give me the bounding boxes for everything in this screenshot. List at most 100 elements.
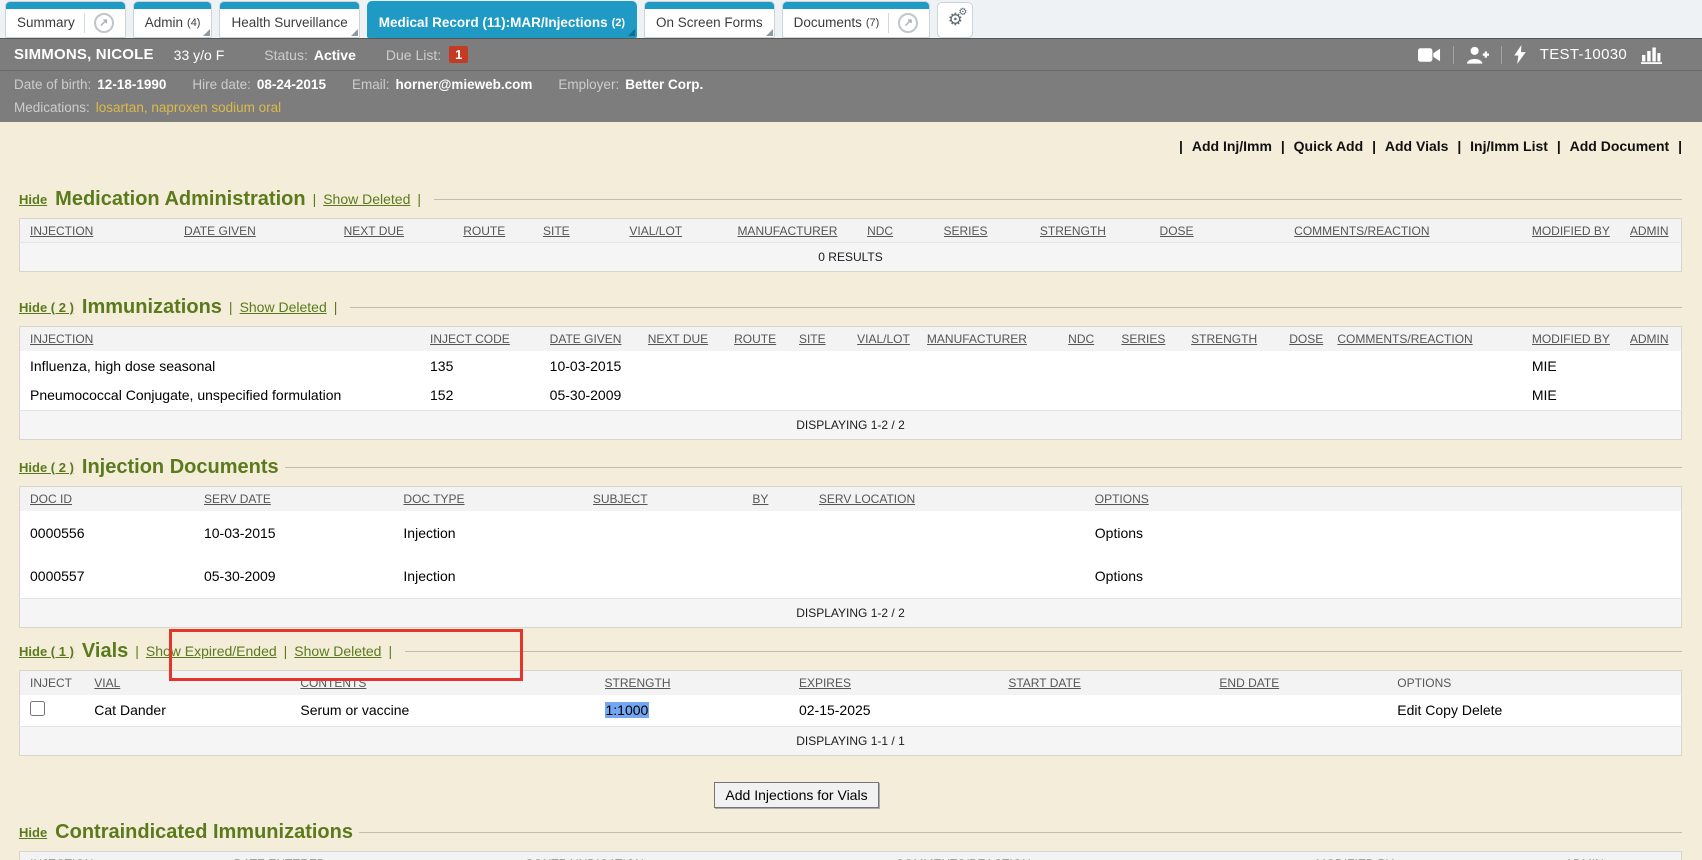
section-title: Vials (82, 640, 128, 663)
column-header[interactable]: INJECT CODE (430, 327, 550, 351)
immunizations-table: INJECTION INJECT CODE DATE GIVEN NEXT DU… (19, 326, 1682, 440)
column-header[interactable]: NDC (1068, 327, 1121, 351)
column-header[interactable]: ROUTE (734, 327, 799, 351)
column-header[interactable]: SERV LOCATION (819, 487, 1095, 511)
column-header[interactable]: DATE GIVEN (550, 327, 648, 351)
hide-link[interactable]: Hide (19, 192, 47, 207)
column-header[interactable]: CONTENTS (300, 671, 604, 695)
column-header[interactable]: COMMENTS/REACTION (1294, 219, 1532, 243)
column-header[interactable]: STRENGTH (1040, 219, 1160, 243)
column-header[interactable]: MANUFACTURER (737, 219, 867, 243)
icon-divider (1501, 46, 1502, 64)
column-header[interactable]: NEXT DUE (344, 219, 464, 243)
hide-link[interactable]: Hide (19, 825, 47, 840)
column-header[interactable]: CONTRAINDICATION (525, 852, 896, 860)
column-header[interactable]: INJECTION (20, 852, 234, 860)
column-header[interactable]: OPTIONS (1095, 487, 1682, 511)
show-expired-ended-link[interactable]: Show Expired/Ended (146, 643, 277, 659)
add-user-icon[interactable] (1466, 46, 1489, 64)
tab-medical-record[interactable]: Medical Record (11):MAR/Injections (2) (367, 1, 637, 38)
column-header[interactable]: COMMENTS/REACTION (895, 852, 1315, 860)
section-title: Immunizations (82, 296, 222, 319)
column-header[interactable]: NDC (867, 219, 943, 243)
column-header[interactable]: ADMIN (1630, 327, 1682, 351)
doc-id[interactable]: 0000556 (20, 511, 204, 555)
arrow-glyph: ↗ (904, 16, 913, 29)
column-header[interactable]: DOC TYPE (403, 487, 592, 511)
medication-link[interactable]: losartan (96, 100, 144, 115)
column-header[interactable]: DATE GIVEN (184, 219, 344, 243)
column-header[interactable]: DOC ID (20, 487, 204, 511)
column-header[interactable]: COMMENTS/REACTION (1337, 327, 1531, 351)
column-header[interactable]: VIAL/LOT (629, 219, 737, 243)
show-deleted-link[interactable]: Show Deleted (240, 299, 327, 315)
column-header[interactable]: SERIES (944, 219, 1040, 243)
column-header[interactable]: SUBJECT (593, 487, 753, 511)
column-header[interactable]: EXPIRES (799, 671, 1008, 695)
column-header[interactable]: STRENGTH (1191, 327, 1289, 351)
section-rule (350, 307, 1682, 308)
tab-admin[interactable]: Admin (4) (133, 1, 213, 38)
video-call-icon[interactable] (1418, 47, 1441, 63)
show-deleted-link[interactable]: Show Deleted (323, 191, 410, 207)
status-value: Active (314, 47, 356, 63)
column-header[interactable]: BY (752, 487, 818, 511)
column-header[interactable]: MANUFACTURER (927, 327, 1068, 351)
row-actions-edit-copy-delete[interactable]: Edit Copy Delete (1397, 702, 1502, 718)
hide-link[interactable]: Hide ( 2 ) (19, 300, 74, 315)
column-header[interactable]: MODIFIED BY (1532, 327, 1630, 351)
mar-injections-content: | Add Inj/Imm | Quick Add | Add Vials | … (0, 122, 1702, 860)
column-header[interactable]: DATE ENTERED (234, 852, 525, 860)
column-header[interactable]: NEXT DUE (648, 327, 734, 351)
paging-status: DISPLAYING 1-2 / 2 (20, 411, 1682, 440)
column-header[interactable]: ROUTE (463, 219, 543, 243)
add-inj-imm-link[interactable]: Add Inj/Imm (1192, 138, 1272, 154)
doc-id[interactable]: 0000557 (20, 555, 204, 599)
column-header[interactable]: VIAL (94, 671, 300, 695)
tab-documents[interactable]: Documents (7) ↗ (782, 1, 931, 38)
column-header[interactable]: START DATE (1008, 671, 1219, 695)
column-header[interactable]: STRENGTH (605, 671, 799, 695)
column-header[interactable]: SITE (799, 327, 857, 351)
column-header[interactable]: MODIFIED BY (1532, 219, 1630, 243)
show-deleted-link[interactable]: Show Deleted (294, 643, 381, 659)
dob-label: Date of birth: (14, 77, 91, 92)
column-header[interactable]: SERV DATE (204, 487, 403, 511)
column-header[interactable]: SITE (543, 219, 629, 243)
webchart-app: Summary ↗ Admin (4) Health Surveillance … (0, 0, 1702, 860)
hide-link[interactable]: Hide ( 1 ) (19, 644, 74, 659)
column-header[interactable]: ADMIN (1565, 852, 1681, 860)
settings-button[interactable]: ⚙ ⚙ (937, 2, 973, 38)
tab-health-surveillance[interactable]: Health Surveillance (219, 1, 359, 38)
inj-imm-list-link[interactable]: Inj/Imm List (1470, 138, 1548, 154)
tab-on-screen-forms[interactable]: On Screen Forms (644, 1, 775, 38)
quick-actions-icon[interactable] (1514, 45, 1526, 64)
tab-label: Health Surveillance (231, 15, 347, 30)
flowsheet-chart-icon[interactable] (1641, 46, 1662, 64)
open-record-icon[interactable]: ↗ (898, 13, 918, 33)
options-menu[interactable]: Options (1095, 525, 1143, 541)
add-vials-link[interactable]: Add Vials (1385, 138, 1449, 154)
immunizations-section: Hide ( 2 ) Immunizations | Show Deleted … (19, 292, 1682, 440)
tab-summary[interactable]: Summary ↗ (5, 1, 126, 38)
column-header[interactable]: INJECTION (20, 327, 431, 351)
options-menu[interactable]: Options (1095, 568, 1143, 584)
column-header[interactable]: VIAL/LOT (857, 327, 927, 351)
column-header[interactable]: END DATE (1219, 671, 1397, 695)
hide-link[interactable]: Hide ( 2 ) (19, 460, 74, 475)
add-document-link[interactable]: Add Document (1570, 138, 1670, 154)
medication-link[interactable]: naproxen sodium oral (151, 100, 281, 115)
hire-date-label: Hire date: (192, 77, 251, 92)
quick-add-link[interactable]: Quick Add (1294, 138, 1364, 154)
column-header[interactable]: INJECTION (20, 219, 185, 243)
column-header[interactable]: DOSE (1160, 219, 1295, 243)
tab-count: (2) (612, 17, 625, 29)
due-list-badge[interactable]: 1 (449, 46, 468, 63)
column-header[interactable]: MODIFIED BY (1316, 852, 1565, 860)
open-record-icon[interactable]: ↗ (94, 13, 114, 33)
column-header[interactable]: DOSE (1289, 327, 1337, 351)
column-header[interactable]: SERIES (1121, 327, 1191, 351)
vial-inject-checkbox[interactable] (30, 701, 45, 716)
column-header[interactable]: ADMIN (1630, 219, 1682, 243)
add-injections-for-vials-button[interactable]: Add Injections for Vials (714, 782, 878, 808)
